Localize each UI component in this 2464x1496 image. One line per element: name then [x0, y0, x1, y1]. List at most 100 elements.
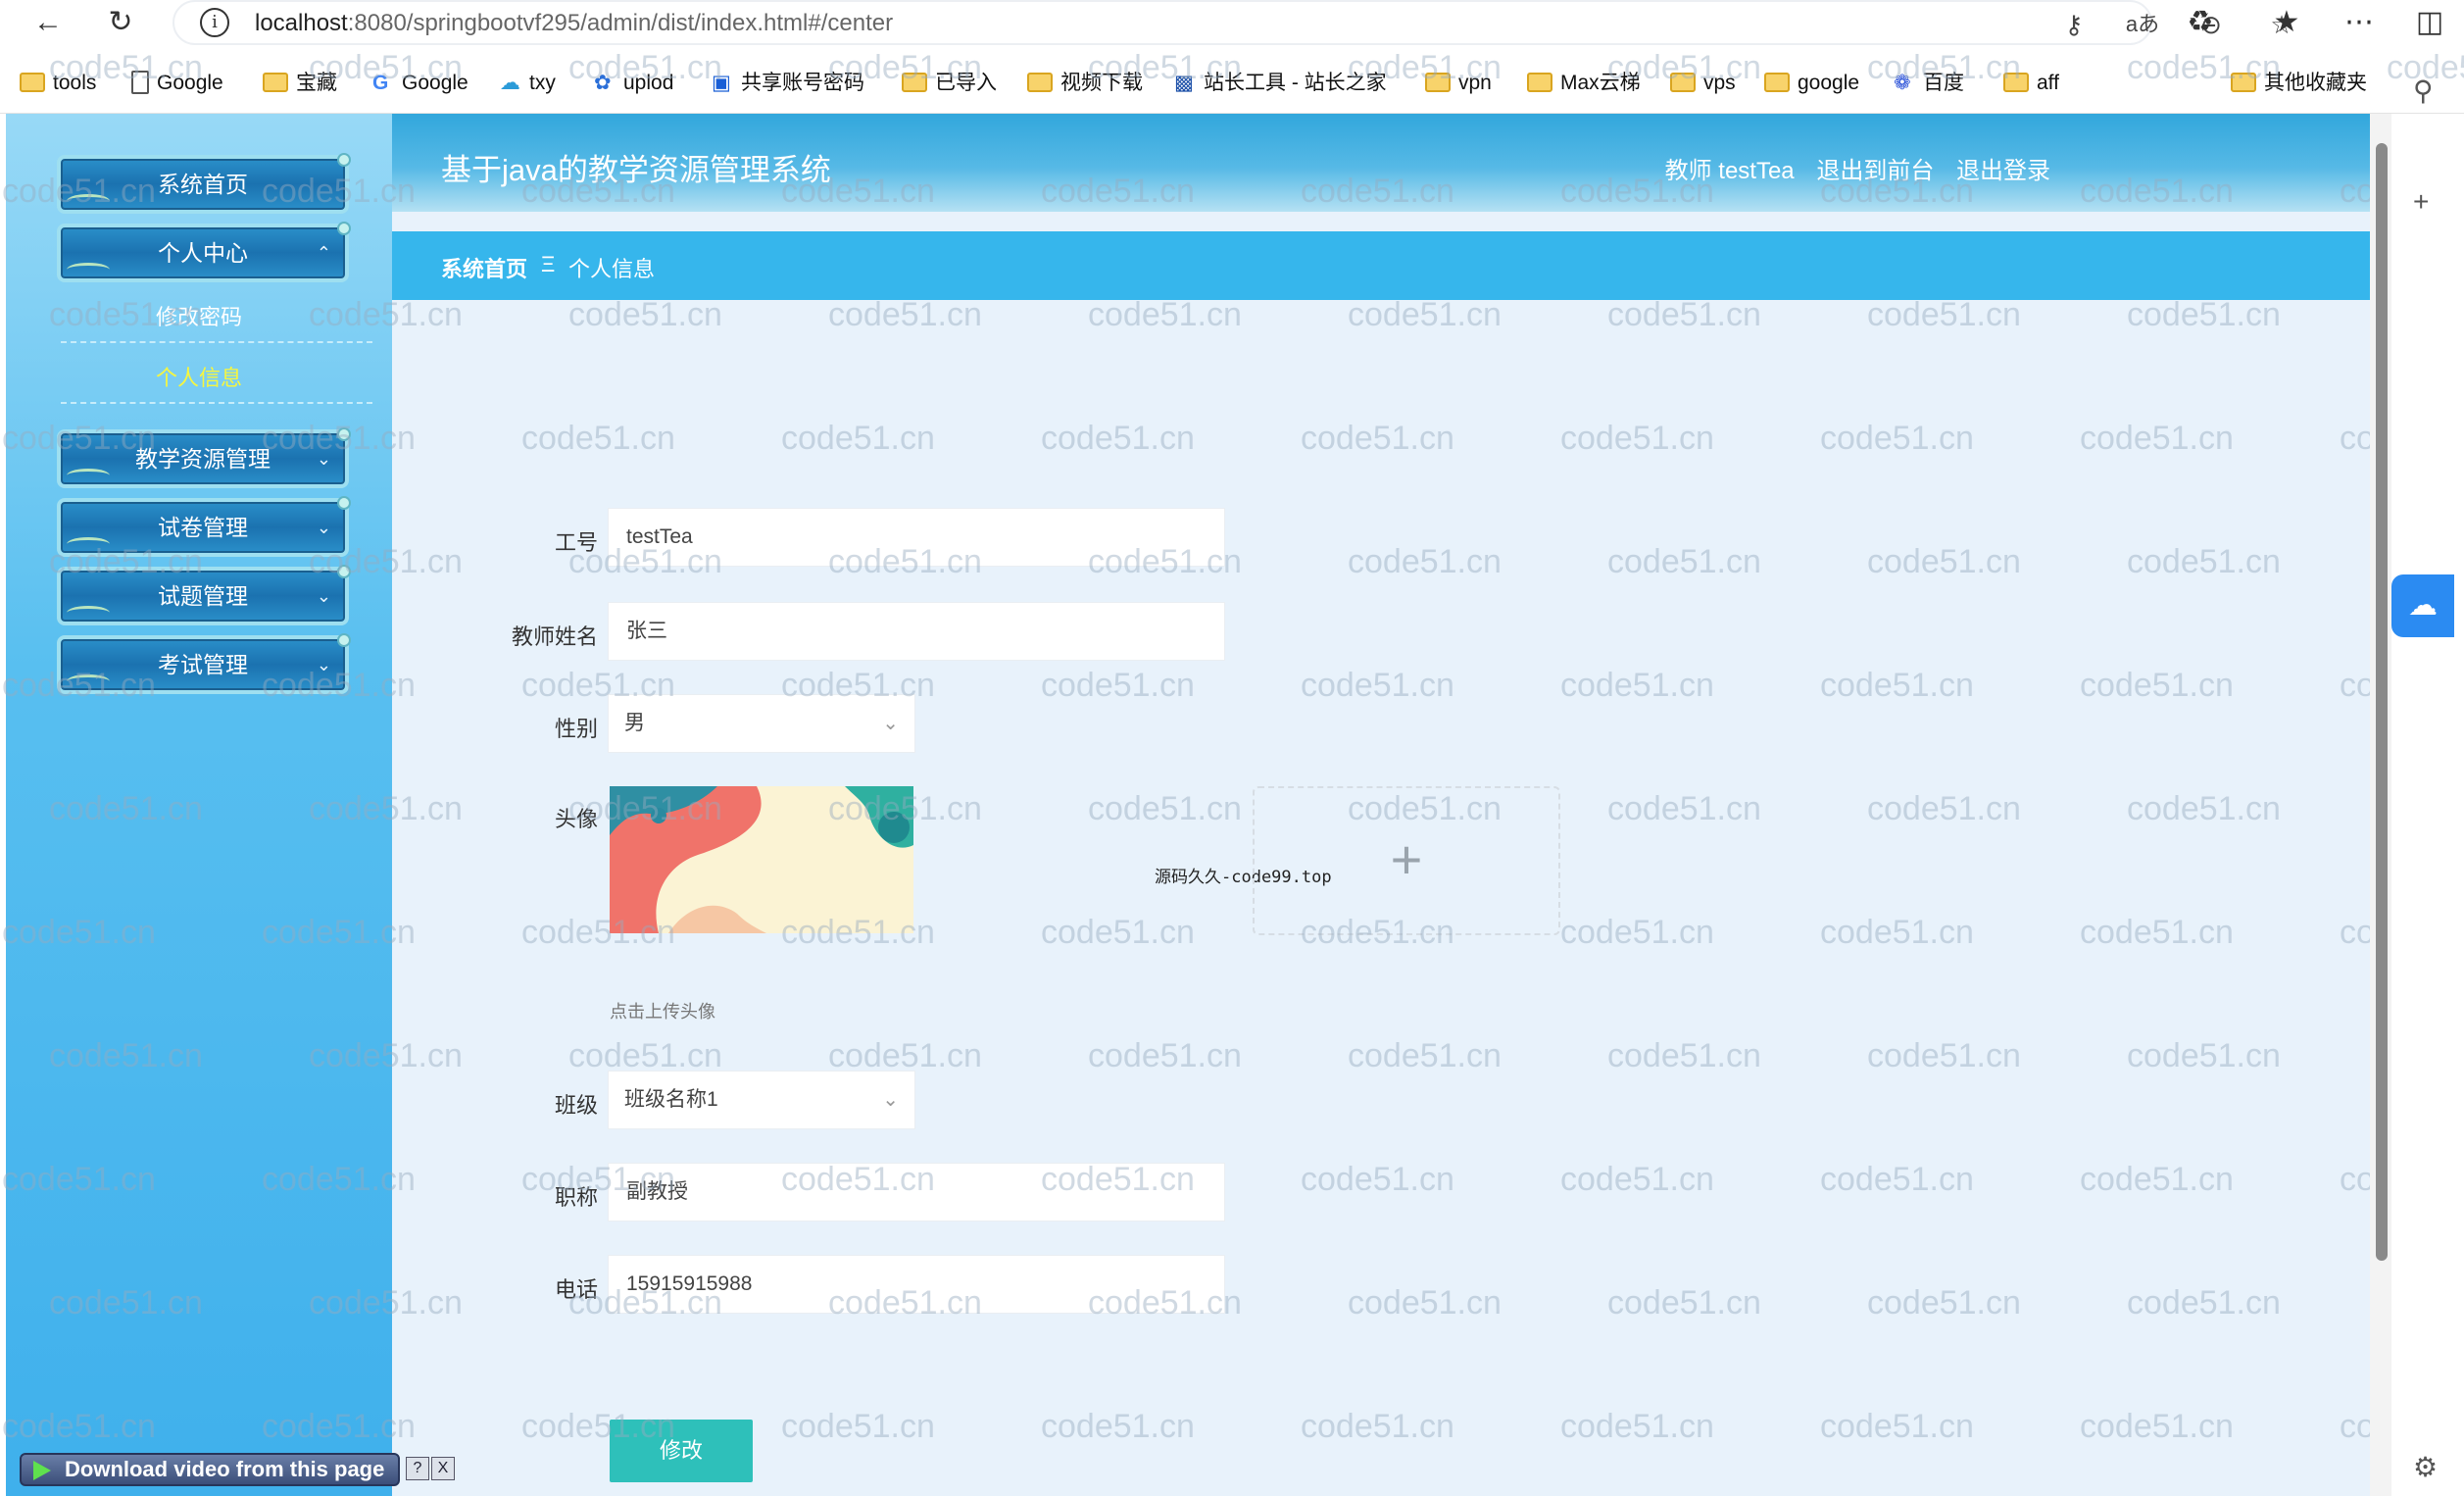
- bookmarks-bar: tools Google 宝藏 G Google ☁ txy ✿ uplod ▣ 共享账…: [0, 65, 2464, 104]
- title-input[interactable]: 副教授: [608, 1163, 1225, 1222]
- menu-dot-decoration: [337, 633, 351, 647]
- breadcrumb-home[interactable]: 系统首页: [441, 252, 527, 283]
- update-button[interactable]: 修改: [610, 1420, 753, 1482]
- id-input[interactable]: testTea: [608, 508, 1225, 567]
- chevron-down-icon: ⌄: [882, 1089, 899, 1111]
- menu-dot-decoration: [337, 496, 351, 510]
- reload-icon[interactable]: ↻: [102, 6, 139, 39]
- site-info-icon[interactable]: i: [200, 8, 229, 37]
- more-menu-icon[interactable]: ⋯: [2341, 6, 2378, 39]
- gender-select[interactable]: 男 ⌄: [608, 694, 915, 753]
- baidu-paw-icon: ❁: [1894, 72, 1911, 94]
- folder-icon: [1027, 73, 1053, 92]
- class-selected: 班级名称1: [624, 1088, 718, 1111]
- avatar-abstract-art: [610, 786, 913, 933]
- menu-dot-decoration: [337, 153, 351, 167]
- bookmark-baidu[interactable]: ❁ 百度: [1894, 69, 1964, 98]
- avatar-image[interactable]: [610, 786, 913, 933]
- gear-icon[interactable]: ⚙: [2413, 1451, 2438, 1483]
- phone-input[interactable]: 15915915988: [608, 1255, 1225, 1314]
- bookmark-video-download[interactable]: 视频下载: [1027, 69, 1143, 98]
- menu-swirl-decoration: [67, 606, 110, 620]
- header-user-links: 教师 testTea 退出到前台 退出登录: [1650, 151, 2050, 185]
- bookmark-txy[interactable]: ☁ txy: [500, 69, 556, 98]
- bookmark-tools[interactable]: tools: [20, 69, 96, 98]
- download-video-button[interactable]: Download video from this page: [20, 1453, 400, 1486]
- bookmark-baozang[interactable]: 宝藏: [263, 69, 337, 98]
- bookmark-imported[interactable]: 已导入: [902, 69, 997, 98]
- app-icon: ▣: [712, 72, 731, 94]
- logout-link[interactable]: 退出登录: [1956, 158, 2050, 184]
- bookmark-shared-accounts[interactable]: ▣ 共享账号密码: [712, 69, 864, 98]
- name-input[interactable]: 张三: [608, 602, 1225, 661]
- menu-swirl-decoration: [67, 537, 110, 551]
- folder-icon: [2231, 73, 2256, 92]
- menu-personal-center[interactable]: 个人中心 ⌃: [57, 222, 351, 282]
- submenu-change-password[interactable]: 修改密码: [6, 300, 392, 331]
- google-icon: G: [372, 72, 389, 94]
- submenu-personal-info[interactable]: 个人信息: [6, 361, 392, 392]
- breadcrumb-current: 个人信息: [568, 257, 656, 281]
- bookmark-google-folder[interactable]: google: [1764, 69, 1859, 98]
- bookmark-vpn[interactable]: vpn: [1425, 69, 1492, 98]
- sidebar-toggle-icon[interactable]: ◫: [2411, 6, 2448, 39]
- read-aloud-icon[interactable]: aあ: [2125, 8, 2160, 41]
- browser-right-sidebar: ⚲ + ☁ ⚙: [2391, 75, 2464, 1496]
- breadcrumb-separator: Ξ: [541, 252, 556, 276]
- address-bar[interactable]: i localhost:8080/springbootvf295/admin/d…: [172, 0, 2293, 45]
- bookmark-vps[interactable]: vps: [1670, 69, 1736, 98]
- folder-icon: [20, 73, 45, 92]
- search-icon[interactable]: ⚲: [2413, 75, 2434, 107]
- class-select[interactable]: 班级名称1 ⌄: [608, 1071, 915, 1129]
- name-label: 教师姓名: [511, 624, 598, 649]
- bookmark-aff[interactable]: aff: [2003, 69, 2059, 98]
- page-icon: [131, 71, 149, 94]
- bookmark-chinaz[interactable]: ▩ 站长工具 - 站长之家: [1174, 69, 1387, 98]
- chevron-down-icon: ⌄: [882, 713, 899, 734]
- download-video-bar: Download video from this page ? X: [20, 1453, 455, 1488]
- bookmark-max[interactable]: Max云梯: [1527, 69, 1641, 98]
- help-icon[interactable]: ?: [406, 1457, 429, 1480]
- bookmark-google-page[interactable]: Google: [131, 69, 223, 98]
- plus-icon: +: [1390, 828, 1423, 890]
- avatar-upload-box[interactable]: +: [1253, 786, 1560, 935]
- browser-nav-row: ← ↻ i localhost:8080/springbootvf295/adm…: [0, 0, 2464, 45]
- folder-icon: [902, 73, 927, 92]
- close-icon[interactable]: X: [431, 1457, 455, 1480]
- bookmark-uplod[interactable]: ✿ uplod: [594, 69, 673, 98]
- gender-selected: 男: [624, 712, 645, 734]
- back-arrow-icon[interactable]: ←: [29, 6, 67, 39]
- avatar-upload-hint[interactable]: 点击上传头像: [610, 998, 715, 1023]
- scrollbar-thumb[interactable]: [2376, 143, 2388, 1261]
- chevron-down-icon: ⌄: [316, 449, 331, 469]
- exit-to-front-link[interactable]: 退出到前台: [1816, 158, 1934, 184]
- breadcrumb: 系统首页 Ξ 个人信息: [392, 231, 2370, 300]
- folder-icon: [1670, 73, 1696, 92]
- extensions-icon[interactable]: ♻: [2182, 6, 2219, 39]
- menu-swirl-decoration: [67, 263, 110, 276]
- bookmark-google[interactable]: G Google: [372, 69, 468, 98]
- folder-icon: [1764, 73, 1790, 92]
- menu-home[interactable]: 系统首页: [57, 153, 351, 214]
- menu-swirl-decoration: [67, 674, 110, 688]
- submenu-divider: [61, 402, 372, 404]
- menu-exam-mgmt[interactable]: 考试管理 ⌄: [57, 633, 351, 694]
- class-label: 班级: [554, 1093, 598, 1118]
- chevron-down-icon: ⌄: [316, 586, 331, 606]
- folder-icon: [1527, 73, 1552, 92]
- menu-teaching-resources[interactable]: 教学资源管理 ⌄: [57, 427, 351, 488]
- folder-icon: [1425, 73, 1451, 92]
- play-icon: [33, 1461, 51, 1480]
- menu-question-mgmt[interactable]: 试题管理 ⌄: [57, 565, 351, 625]
- submenu-divider: [61, 341, 372, 343]
- cloud-sync-icon[interactable]: ☁: [2391, 574, 2454, 637]
- menu-dot-decoration: [337, 222, 351, 235]
- menu-paper-mgmt[interactable]: 试卷管理 ⌄: [57, 496, 351, 557]
- sidebar: 系统首页 个人中心 ⌃ 修改密码 个人信息 教学资源管理 ⌄ 试卷管理 ⌄ 试题管理 ⌄…: [6, 114, 392, 1496]
- app-header: 基于java的教学资源管理系统 教师 testTea 退出到前台 退出登录: [392, 114, 2370, 212]
- favorites-list-icon[interactable]: ★: [2268, 6, 2305, 39]
- page-scrollbar[interactable]: [2370, 114, 2391, 1496]
- bookmark-other-favorites[interactable]: 其他收藏夹: [2231, 69, 2367, 98]
- add-icon[interactable]: +: [2413, 186, 2429, 218]
- key-icon[interactable]: ⚷: [2056, 8, 2092, 41]
